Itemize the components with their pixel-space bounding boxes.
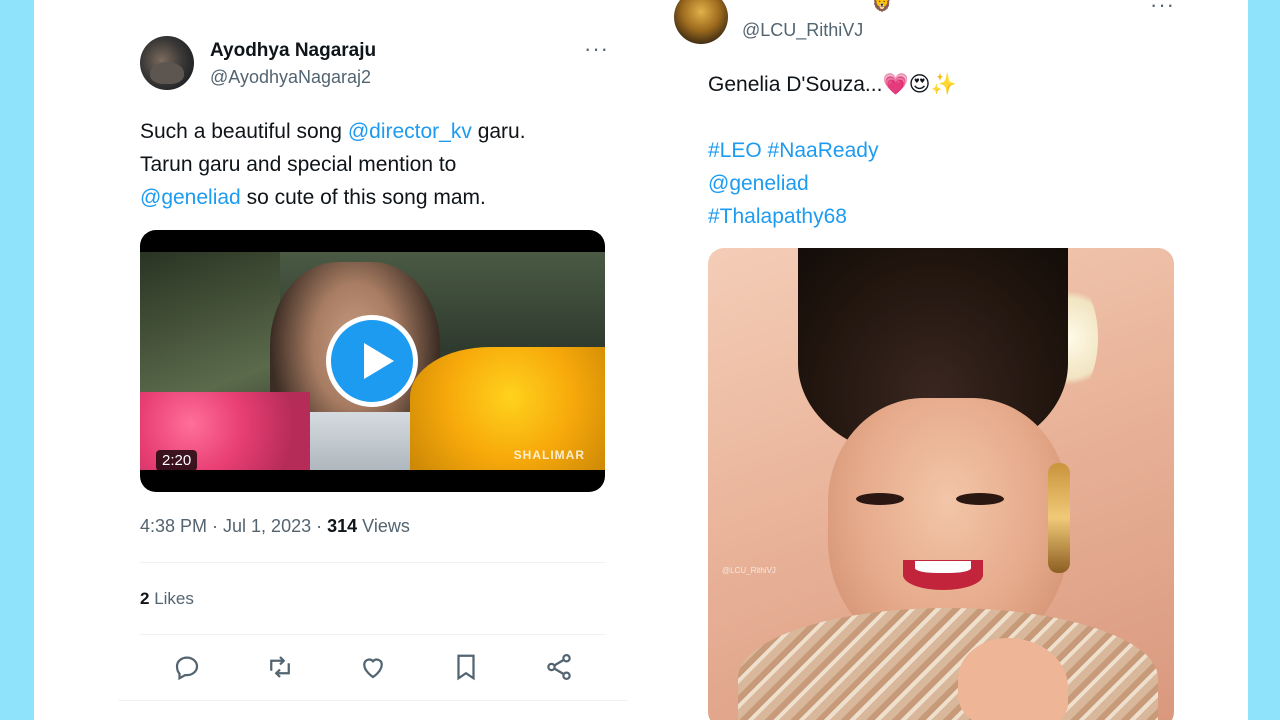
views-count: 314 xyxy=(327,516,358,536)
play-icon[interactable] xyxy=(326,315,418,407)
content-canvas: Ayodhya Nagaraju @AyodhyaNagaraj2 ··· Su… xyxy=(34,0,1248,720)
mention-director-kv[interactable]: @director_kv xyxy=(348,120,472,143)
share-icon[interactable] xyxy=(544,652,574,682)
more-options-icon[interactable]: ··· xyxy=(1150,0,1175,16)
name-emoji: 🦁 xyxy=(872,0,892,13)
more-options-icon[interactable]: ··· xyxy=(584,38,609,60)
tweet-meta: 4:38 PM · Jul 1, 2023 · 314 Views xyxy=(140,516,410,536)
tweet-photo[interactable]: @LCU_RithiVJ xyxy=(708,248,1174,720)
tweet-rithivj[interactable]: 🦁 @LCU_RithiVJ ··· Genelia D'Souza...💗😍✨… xyxy=(674,0,1194,720)
bookmark-icon[interactable] xyxy=(451,652,481,682)
tweet-text: Genelia D'Souza...💗😍✨ #LEO #NaaReady @ge… xyxy=(708,68,1178,233)
author-handle[interactable]: @AyodhyaNagaraj2 xyxy=(210,67,371,88)
author-handle[interactable]: @LCU_RithiVJ xyxy=(742,20,863,41)
tweet-text: Such a beautiful song @director_kv garu.… xyxy=(140,120,526,209)
divider xyxy=(118,700,628,701)
divider xyxy=(140,562,606,563)
mention-geneliad[interactable]: @geneliad xyxy=(140,186,241,209)
author-name[interactable]: Ayodhya Nagaraju xyxy=(210,40,376,62)
divider xyxy=(140,634,606,635)
likes-count[interactable]: 2 Likes xyxy=(140,589,194,609)
tweet-timestamp[interactable]: 4:38 PM · Jul 1, 2023 · xyxy=(140,516,327,536)
like-icon[interactable] xyxy=(358,652,388,682)
avatar[interactable] xyxy=(140,36,194,90)
photo-watermark: @LCU_RithiVJ xyxy=(722,566,776,575)
mention-geneliad[interactable]: @geneliad xyxy=(708,167,1178,200)
hashtag-thalapathy68[interactable]: #Thalapathy68 xyxy=(708,200,1178,233)
avatar[interactable] xyxy=(674,0,728,44)
video-watermark: SHALIMAR xyxy=(513,448,585,462)
retweet-icon[interactable] xyxy=(265,652,295,682)
video-duration: 2:20 xyxy=(156,450,198,471)
tweet-ayodhya[interactable]: Ayodhya Nagaraju @AyodhyaNagaraj2 ··· Su… xyxy=(118,0,628,720)
video-player[interactable]: 2:20 SHALIMAR xyxy=(140,230,605,492)
hashtag-line[interactable]: #LEO #NaaReady xyxy=(708,134,1178,167)
reply-icon[interactable] xyxy=(172,652,202,682)
